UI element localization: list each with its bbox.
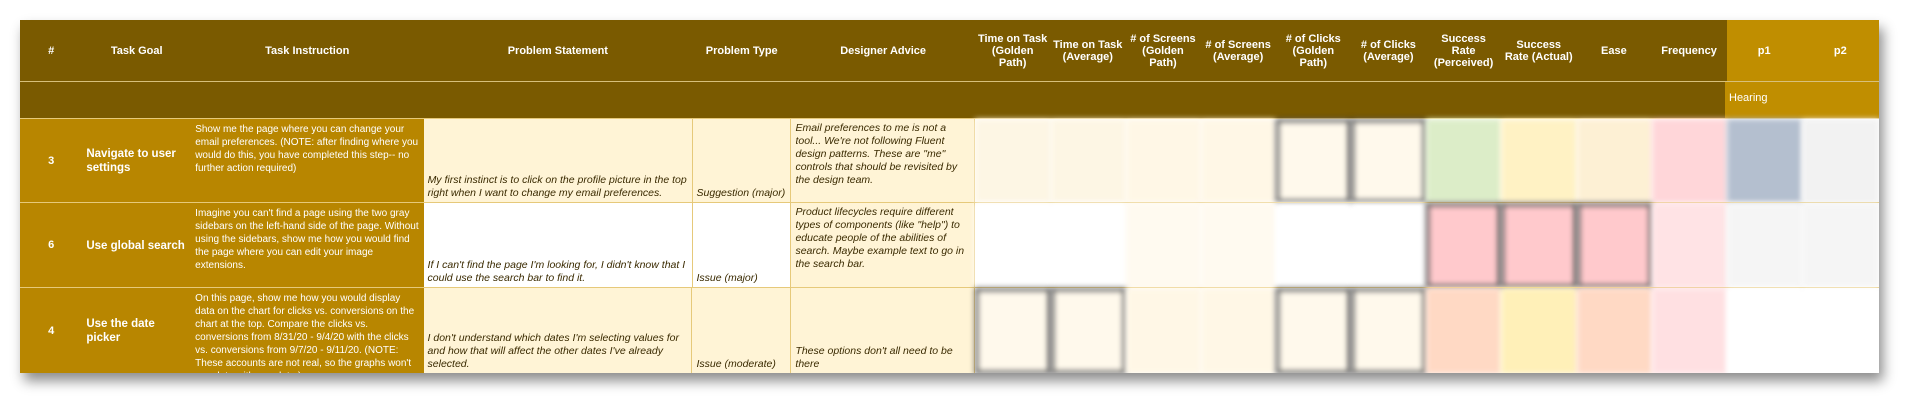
metric-cell[interactable] — [1501, 203, 1577, 288]
header-row: # Task Goal Task Instruction Problem Sta… — [20, 20, 1879, 81]
table-row: 3 Navigate to user settings Show me the … — [20, 118, 1879, 203]
row-instruction[interactable]: On this page, show me how you would disp… — [191, 288, 424, 373]
header-screens-average[interactable]: # of Screens (Average) — [1201, 20, 1276, 81]
row-goal[interactable]: Navigate to user settings — [82, 119, 192, 203]
header-success-perceived[interactable]: Success Rate (Perceived) — [1426, 20, 1501, 81]
metric-cell[interactable] — [1275, 119, 1352, 203]
header-problem-type[interactable]: Problem Type — [692, 20, 791, 81]
header-time-average[interactable]: Time on Task (Average) — [1050, 20, 1125, 81]
metric-cell[interactable] — [1576, 203, 1652, 288]
metric-cell[interactable] — [1050, 119, 1126, 203]
spreadsheet: # Task Goal Task Instruction Problem Sta… — [20, 20, 1879, 373]
metric-cell[interactable] — [1651, 119, 1727, 203]
row-problem[interactable]: My first instinct is to click on the pro… — [423, 119, 693, 203]
header-clicks-average[interactable]: # of Clicks (Average) — [1351, 20, 1426, 81]
row-type[interactable]: Issue (moderate) — [692, 288, 792, 373]
row-goal[interactable]: Use the date picker — [82, 288, 192, 373]
header-clicks-golden[interactable]: # of Clicks (Golden Path) — [1276, 20, 1351, 81]
row-type[interactable]: Suggestion (major) — [692, 119, 792, 203]
header-p2[interactable]: p2 — [1801, 20, 1879, 81]
metric-cell[interactable] — [1125, 203, 1201, 288]
row-goal[interactable]: Use global search — [82, 203, 192, 288]
metric-cell[interactable] — [1426, 119, 1502, 203]
metric-cell[interactable] — [1275, 203, 1352, 288]
row-num[interactable]: 6 — [20, 203, 83, 288]
header-task-instruction[interactable]: Task Instruction — [191, 20, 423, 81]
metric-cell[interactable] — [1200, 288, 1276, 373]
row-num[interactable]: 4 — [20, 288, 83, 373]
metric-cell[interactable] — [1200, 119, 1276, 203]
metric-cell[interactable] — [1351, 203, 1427, 288]
row-advice[interactable]: These options don't all need to be there — [791, 288, 976, 373]
header-num[interactable]: # — [20, 20, 82, 81]
metric-cell[interactable] — [1125, 288, 1201, 373]
metric-cell[interactable] — [1200, 203, 1276, 288]
row-problem[interactable]: If I can't find the page I'm looking for… — [423, 203, 693, 288]
metric-cell[interactable] — [1726, 119, 1802, 203]
row-instruction[interactable]: Imagine you can't find a page using the … — [191, 203, 424, 288]
metric-cell[interactable] — [1726, 288, 1802, 373]
metric-cell[interactable] — [1275, 288, 1352, 373]
metric-cell[interactable] — [1351, 288, 1427, 373]
metric-cell[interactable] — [1351, 119, 1427, 203]
metric-cell[interactable] — [1426, 288, 1502, 373]
metric-cell[interactable] — [1651, 203, 1727, 288]
row-advice[interactable]: Product lifecycles require different typ… — [791, 203, 976, 288]
metric-cell[interactable] — [1125, 119, 1201, 203]
table-row: 4 Use the date picker On this page, show… — [20, 287, 1879, 373]
row-advice[interactable]: Email preferences to me is not a tool...… — [791, 119, 976, 203]
header-task-goal[interactable]: Task Goal — [82, 20, 191, 81]
metric-cell[interactable] — [1501, 119, 1577, 203]
metric-cell[interactable] — [975, 203, 1051, 288]
header-screens-golden[interactable]: # of Screens (Golden Path) — [1125, 20, 1200, 81]
header-frequency[interactable]: Frequency — [1651, 20, 1726, 81]
metric-cell[interactable] — [1426, 203, 1502, 288]
metric-cell[interactable] — [1726, 203, 1802, 288]
metric-cell[interactable] — [975, 119, 1051, 203]
header-success-actual[interactable]: Success Rate (Actual) — [1501, 20, 1576, 81]
metric-cell[interactable] — [1576, 288, 1652, 373]
header-designer-advice[interactable]: Designer Advice — [791, 20, 975, 81]
category-band: Hearing — [20, 81, 1879, 119]
row-type[interactable]: Issue (major) — [692, 203, 792, 288]
metric-cell[interactable] — [1801, 203, 1879, 288]
metric-cell[interactable] — [1050, 288, 1126, 373]
header-time-golden[interactable]: Time on Task (Golden Path) — [975, 20, 1050, 81]
metric-cell[interactable] — [1651, 288, 1727, 373]
row-problem[interactable]: I don't understand which dates I'm selec… — [423, 288, 693, 373]
metric-cell[interactable] — [1801, 119, 1879, 203]
table-row: 6 Use global search Imagine you can't fi… — [20, 202, 1879, 288]
band-p1-label: Hearing — [1729, 92, 1768, 104]
row-instruction[interactable]: Show me the page where you can change yo… — [191, 119, 424, 203]
header-ease[interactable]: Ease — [1576, 20, 1651, 81]
metric-cell[interactable] — [1050, 203, 1126, 288]
header-problem-statement[interactable]: Problem Statement — [423, 20, 692, 81]
metric-cell[interactable] — [1576, 119, 1652, 203]
header-p1[interactable]: p1 — [1726, 20, 1802, 81]
row-num[interactable]: 3 — [20, 119, 83, 203]
metric-cell[interactable] — [1501, 288, 1577, 373]
metric-cell[interactable] — [975, 288, 1051, 373]
metric-cell[interactable] — [1801, 288, 1879, 373]
